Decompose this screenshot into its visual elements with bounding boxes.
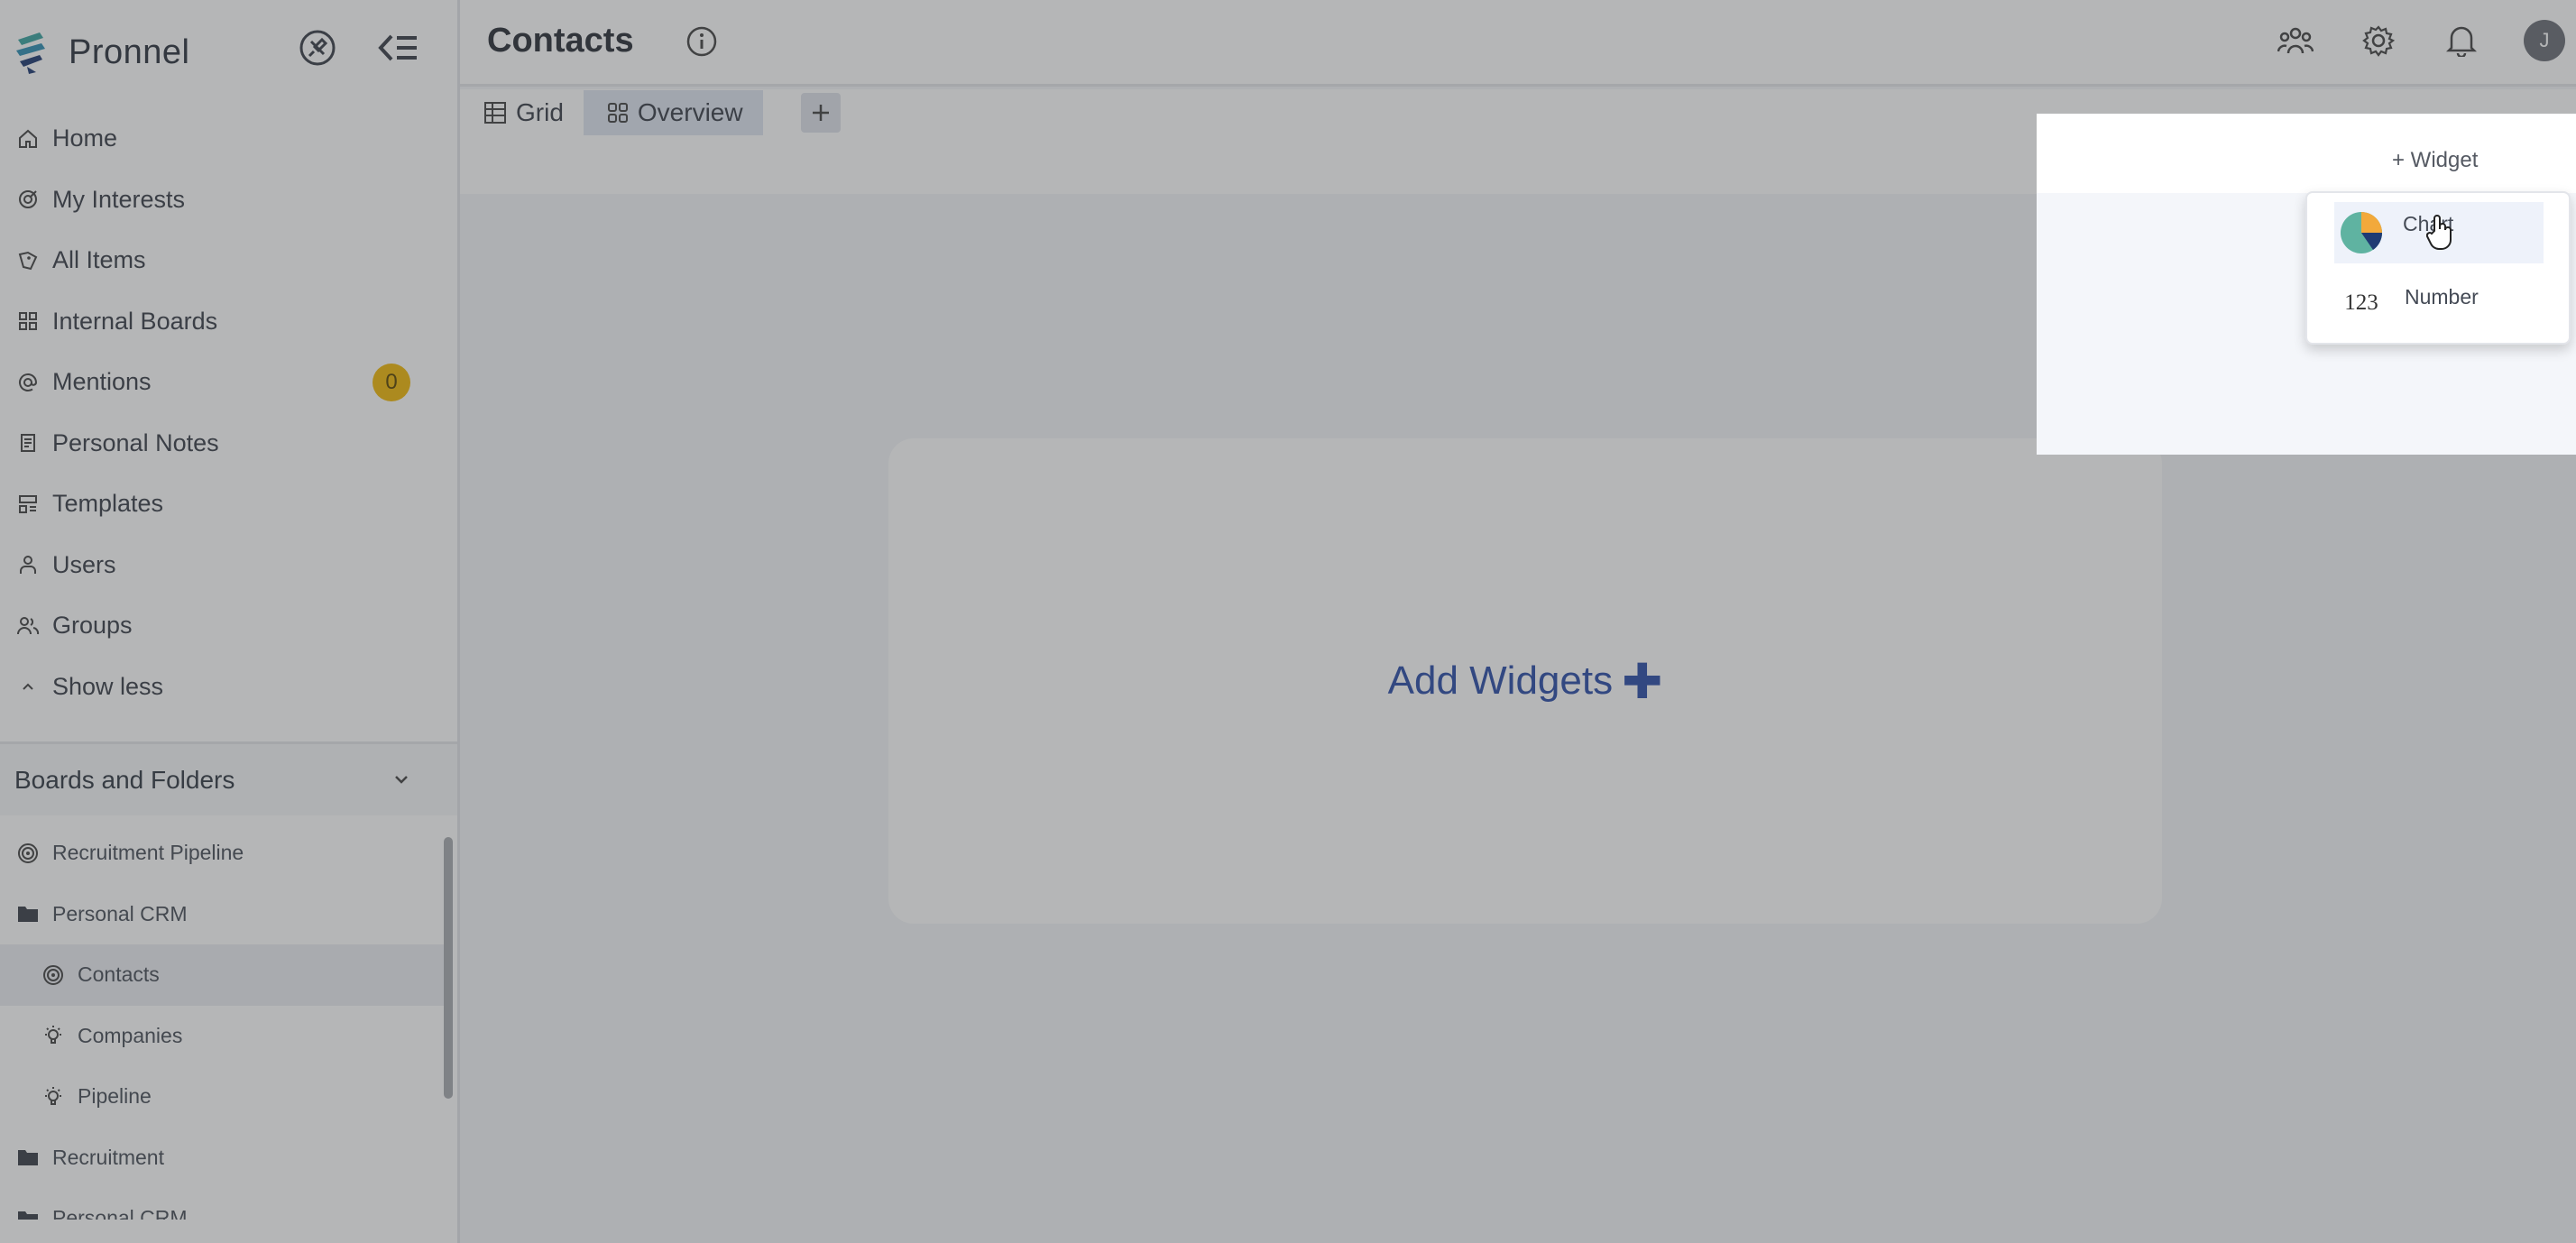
menu-item-label: Number [2405,284,2479,308]
empty-widget-area[interactable]: Add Widgets ✚ [888,438,2162,924]
tab-grid[interactable]: Grid [460,90,584,135]
boards-icon [16,309,40,333]
sidebar-tools [295,25,421,70]
pin-off-button[interactable] [295,25,340,70]
info-icon[interactable] [685,25,718,58]
sidebar-item-label: Users [52,550,116,578]
plus-icon: ✚ [1622,654,1663,709]
group-icon [16,614,40,638]
add-widgets-label: Add Widgets [1387,658,1614,703]
section-title: Boards and Folders [14,765,235,794]
sidebar-item-label: Show less [52,672,164,700]
add-widget-button[interactable]: + Widget [2392,148,2478,173]
folder-icon [16,1146,40,1169]
templates-icon [16,493,40,516]
brand[interactable]: Pronnel [13,25,189,79]
mentions-count-badge: 0 [373,363,410,401]
overview-icon [607,102,629,124]
show-less-toggle[interactable]: Show less [0,657,457,718]
sidebar-nav: Home My Interests All Items Internal Boa… [0,108,457,717]
notifications-button[interactable] [2441,20,2482,61]
notes-icon [16,431,40,455]
tree-item-label: Contacts [78,962,160,987]
sidebar-item-label: Mentions [52,368,152,396]
hand-cursor-icon [2426,215,2452,250]
pie-chart-icon [2336,210,2387,255]
brand-name: Pronnel [69,32,190,71]
gear-icon [2362,25,2395,57]
sidebar-item-label: Internal Boards [52,307,218,335]
bulb-icon [41,1085,65,1109]
bell-icon [2446,26,2477,57]
home-icon [16,127,40,151]
sidebar-item-users[interactable]: Users [0,535,457,596]
tab-overview[interactable]: Overview [583,90,763,135]
boards-tree: Recruitment Pipeline Personal CRM Contac… [0,823,446,1220]
pronnel-logo-icon [16,32,45,74]
target-icon [16,188,40,211]
page-title: Contacts [487,22,634,60]
sidebar-item-internal-boards[interactable]: Internal Boards [0,291,457,353]
tree-item-label: Personal CRM [52,901,188,925]
chevron-down-icon[interactable] [391,769,412,790]
tab-label: Overview [637,98,743,126]
chevron-up-icon [16,675,40,698]
settings-button[interactable] [2358,20,2399,61]
tree-item-personal-crm[interactable]: Personal CRM [0,884,446,945]
tag-icon [16,249,40,272]
sidebar: Pronnel Home My Interests All Items Inte… [0,0,460,1243]
target-icon [16,842,40,865]
plus-icon [812,105,829,121]
sidebar-scrollbar[interactable] [444,837,453,1099]
sidebar-item-home[interactable]: Home [0,108,457,170]
tree-item-recruitment-pipeline[interactable]: Recruitment Pipeline [0,823,446,884]
tree-item-label: Personal CRM [52,1206,188,1220]
sidebar-item-all-items[interactable]: All Items [0,230,457,291]
sidebar-item-label: My Interests [52,185,186,213]
tree-item-label: Companies [78,1023,183,1047]
sidebar-item-mentions[interactable]: Mentions 0 [0,352,457,413]
tree-item-companies[interactable]: Companies [0,1006,446,1067]
tree-item-label: Pipeline [78,1084,152,1109]
sidebar-item-personal-notes[interactable]: Personal Notes [0,413,457,474]
widget-menu-spotlight: + Widget Chart 123 Number [2037,114,2576,455]
add-widgets-button[interactable]: Add Widgets ✚ [1388,653,1663,710]
collapse-sidebar-button[interactable] [376,25,421,70]
tree-item-recruitment[interactable]: Recruitment [0,1128,446,1189]
menu-item-number[interactable]: 123 Number [2334,272,2544,334]
widget-toolbar [2037,114,2576,193]
sidebar-item-groups[interactable]: Groups [0,595,457,657]
tree-item-personal-crm-2[interactable]: Personal CRM [0,1188,446,1220]
sidebar-item-label: Personal Notes [52,428,219,456]
tab-label: Grid [516,98,564,126]
team-button[interactable] [2275,20,2316,61]
tree-item-contacts[interactable]: Contacts [0,944,446,1006]
top-right-toolbar: J [2275,20,2565,61]
folder-icon [16,902,40,925]
sidebar-item-my-interests[interactable]: My Interests [0,170,457,231]
collapse-sidebar-icon [378,34,417,61]
user-avatar[interactable]: J [2524,20,2565,61]
sidebar-item-templates[interactable]: Templates [0,474,457,535]
user-icon [16,553,40,576]
tree-item-label: Recruitment [52,1145,164,1169]
grid-icon [483,101,507,124]
add-view-button[interactable] [800,93,841,133]
tree-item-label: Recruitment Pipeline [52,841,244,865]
pin-off-icon [299,30,336,66]
boards-and-folders-header[interactable]: Boards and Folders [0,741,457,815]
target-icon [41,963,65,987]
bulb-icon [41,1024,65,1047]
folder-icon [16,1207,40,1220]
sidebar-item-label: Groups [52,612,133,640]
number-glyph: 123 [2344,290,2378,315]
team-icon [2277,27,2314,54]
tree-item-pipeline[interactable]: Pipeline [0,1066,446,1128]
top-bar: Contacts J [460,0,2576,87]
sidebar-item-label: All Items [52,246,146,274]
sidebar-item-label: Home [52,124,118,152]
sidebar-item-label: Templates [52,490,164,518]
at-icon [16,371,40,394]
